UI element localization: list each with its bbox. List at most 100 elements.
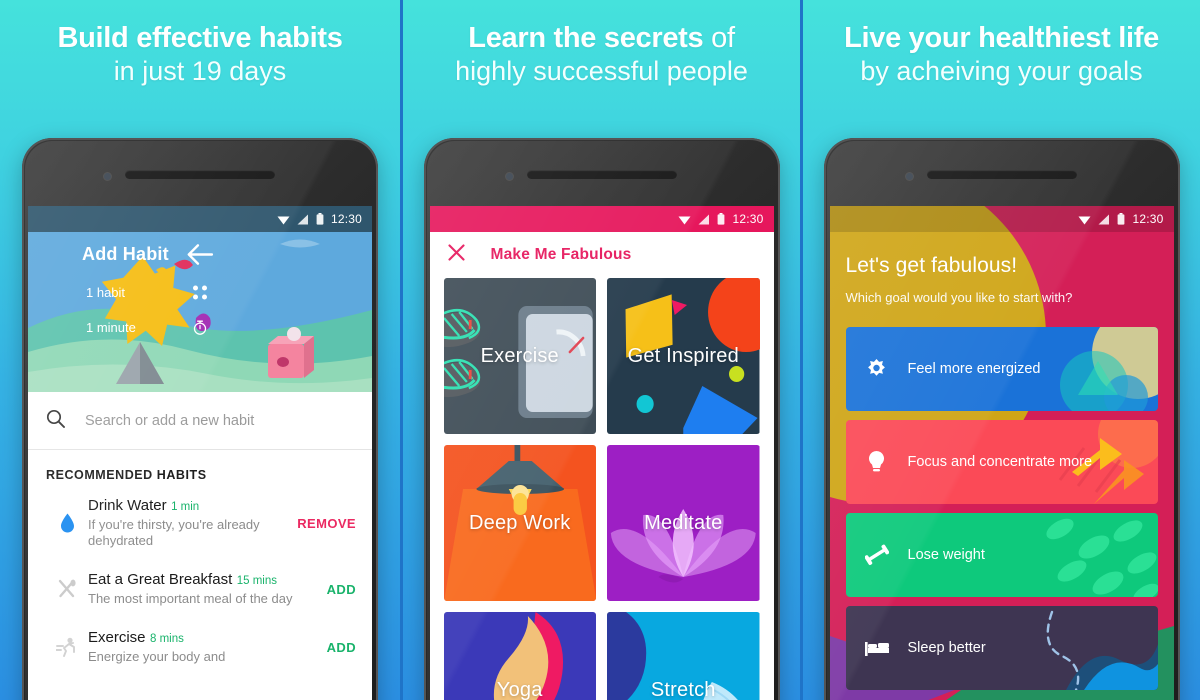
promo-panel-2: Learn the secrets of highly successful p… bbox=[400, 0, 800, 700]
goal-card-focus[interactable]: Focus and concentrate more bbox=[845, 420, 1158, 504]
category-tile-stretch[interactable]: Stretch bbox=[607, 612, 760, 700]
panel-2-headline: Learn the secrets of highly successful p… bbox=[403, 22, 800, 87]
tile-label: Deep Work bbox=[469, 511, 571, 534]
goal-list: Feel more energized Focus and concentrat… bbox=[845, 327, 1158, 690]
cellular-signal-icon bbox=[1098, 214, 1110, 224]
wifi-icon bbox=[1078, 216, 1091, 224]
earpiece-speaker bbox=[926, 170, 1077, 179]
habit-row[interactable]: Eat a Great Breakfast 15 mins The most i… bbox=[28, 560, 372, 619]
promo-panel-3: Live your healthiest life by acheiving y… bbox=[800, 0, 1200, 700]
habit-name: Eat a Great Breakfast bbox=[88, 571, 233, 589]
phone-screen-3: 12:30 Let's get fabulous! Which goal wou… bbox=[829, 206, 1174, 700]
tile-label: Get Inspired bbox=[627, 344, 739, 367]
duration-row: 1 minute bbox=[28, 320, 372, 335]
category-tile-grid: Exercise Get Inspired Deep Work Meditate… bbox=[430, 278, 774, 700]
habit-info: Exercise 8 mins Energize your body and bbox=[88, 629, 327, 665]
phone-mockup-2: 12:30 Make Me Fabulous Exercise Get Insp… bbox=[423, 138, 780, 700]
headline-regular: of bbox=[703, 22, 735, 54]
promo-banner: Build effective habits in just 19 days 1… bbox=[0, 0, 1200, 700]
close-x-icon[interactable] bbox=[447, 244, 465, 266]
category-tile-get-inspired[interactable]: Get Inspired bbox=[607, 278, 760, 434]
front-camera-icon bbox=[104, 173, 111, 180]
cellular-signal-icon bbox=[698, 214, 710, 224]
remove-button[interactable]: REMOVE bbox=[297, 516, 356, 531]
status-time: 12:30 bbox=[732, 212, 764, 226]
front-camera-icon bbox=[905, 173, 913, 180]
wifi-icon bbox=[678, 216, 691, 224]
tile-label: Exercise bbox=[480, 344, 559, 367]
habit-description: Energize your body and bbox=[88, 649, 226, 665]
habit-row[interactable]: Exercise 8 mins Energize your body and A… bbox=[28, 618, 372, 677]
page-title: Make Me Fabulous bbox=[490, 246, 632, 263]
phone-screen-2: 12:30 Make Me Fabulous Exercise Get Insp… bbox=[429, 206, 774, 700]
status-bar-2: 12:30 bbox=[429, 206, 774, 232]
headline-bold: Build effective habits bbox=[57, 22, 343, 54]
bulb-icon bbox=[846, 451, 908, 473]
habit-description: The most important meal of the day bbox=[88, 591, 293, 607]
headline-bold: Live your healthiest life bbox=[844, 22, 1159, 54]
make-me-fabulous-appbar: Make Me Fabulous bbox=[429, 232, 774, 278]
tile-label: Yoga bbox=[496, 678, 543, 700]
category-tile-yoga[interactable]: Yoga bbox=[443, 612, 596, 700]
search-input[interactable]: Search or add a new habit bbox=[85, 413, 254, 429]
battery-icon bbox=[316, 213, 324, 225]
tile-label: Stretch bbox=[650, 678, 716, 700]
category-tile-deep-work[interactable]: Deep Work bbox=[443, 445, 596, 601]
section-title-recommended: RECOMMENDED HABITS bbox=[46, 468, 207, 482]
earpiece-speaker bbox=[125, 170, 275, 179]
status-time: 12:30 bbox=[330, 212, 362, 226]
status-time: 12:30 bbox=[1132, 212, 1164, 226]
goal-picker-screen: 12:30 Let's get fabulous! Which goal wou… bbox=[829, 206, 1174, 700]
headline-line2: by acheiving your goals bbox=[860, 56, 1143, 87]
status-bar-1: 12:30 bbox=[28, 206, 372, 232]
habit-count-row: 1 habit bbox=[28, 285, 372, 300]
bed-icon bbox=[846, 640, 908, 656]
habit-name: Exercise bbox=[88, 629, 146, 647]
habit-duration: 8 mins bbox=[149, 633, 184, 646]
phone-top-bezel bbox=[430, 144, 774, 206]
goal-label: Sleep better bbox=[907, 640, 986, 656]
battery-icon bbox=[718, 213, 725, 225]
page-title: Let's get fabulous! bbox=[845, 254, 1018, 277]
habit-duration: 1 min bbox=[171, 501, 200, 513]
habit-info: Drink Water 1 min If you're thirsty, you… bbox=[88, 497, 297, 549]
add-button[interactable]: ADD bbox=[327, 582, 356, 597]
phone-mockup-1: 12:30 Add Habit 1 habit 1 minute Search … bbox=[22, 138, 378, 700]
goal-picker-content: Let's get fabulous! Which goal would you… bbox=[830, 232, 1174, 690]
battery-icon bbox=[1118, 213, 1125, 225]
panel-3-headline: Live your healthiest life by acheiving y… bbox=[803, 22, 1200, 87]
goal-label: Focus and concentrate more bbox=[907, 454, 1093, 470]
habit-name: Drink Water bbox=[88, 497, 167, 514]
tile-label: Meditate bbox=[644, 511, 723, 534]
goal-card-sleep[interactable]: Sleep better bbox=[845, 606, 1158, 690]
habit-info: Eat a Great Breakfast 15 mins The most i… bbox=[88, 571, 327, 607]
goal-label: Lose weight bbox=[907, 547, 985, 563]
phone-screen-1: 12:30 Add Habit 1 habit 1 minute Search … bbox=[28, 206, 372, 700]
add-button[interactable]: ADD bbox=[327, 640, 356, 655]
phone-mockup-3: 12:30 Let's get fabulous! Which goal wou… bbox=[823, 138, 1180, 700]
goal-card-energized[interactable]: Feel more energized bbox=[845, 327, 1158, 411]
fork-spoon-icon bbox=[46, 579, 88, 599]
headline-line2: highly successful people bbox=[455, 56, 748, 87]
goal-label: Feel more energized bbox=[907, 361, 1041, 377]
search-icon bbox=[46, 409, 65, 433]
gear-icon bbox=[846, 358, 908, 380]
dumbbell-icon bbox=[846, 544, 908, 566]
status-bar-3: 12:30 bbox=[829, 206, 1174, 232]
category-tile-meditate[interactable]: Meditate bbox=[607, 445, 760, 601]
headline-bold: Learn the secrets bbox=[468, 22, 704, 54]
category-tile-exercise[interactable]: Exercise bbox=[443, 278, 596, 434]
phone-top-bezel bbox=[830, 144, 1174, 206]
headline-line2: in just 19 days bbox=[113, 56, 287, 87]
cellular-signal-icon bbox=[297, 214, 308, 224]
habit-description: If you're thirsty, you're already dehydr… bbox=[88, 517, 260, 549]
goal-card-lose-weight[interactable]: Lose weight bbox=[845, 513, 1158, 597]
water-drop-icon bbox=[46, 513, 88, 533]
add-habit-hero: Add Habit 1 habit 1 minute bbox=[28, 232, 372, 392]
earpiece-speaker bbox=[526, 170, 677, 179]
front-camera-icon bbox=[505, 173, 513, 180]
running-icon bbox=[46, 637, 88, 658]
habit-row[interactable]: Drink Water 1 min If you're thirsty, you… bbox=[28, 486, 372, 561]
add-habit-titlebar: Add Habit bbox=[28, 244, 372, 265]
search-bar[interactable]: Search or add a new habit bbox=[28, 392, 372, 450]
